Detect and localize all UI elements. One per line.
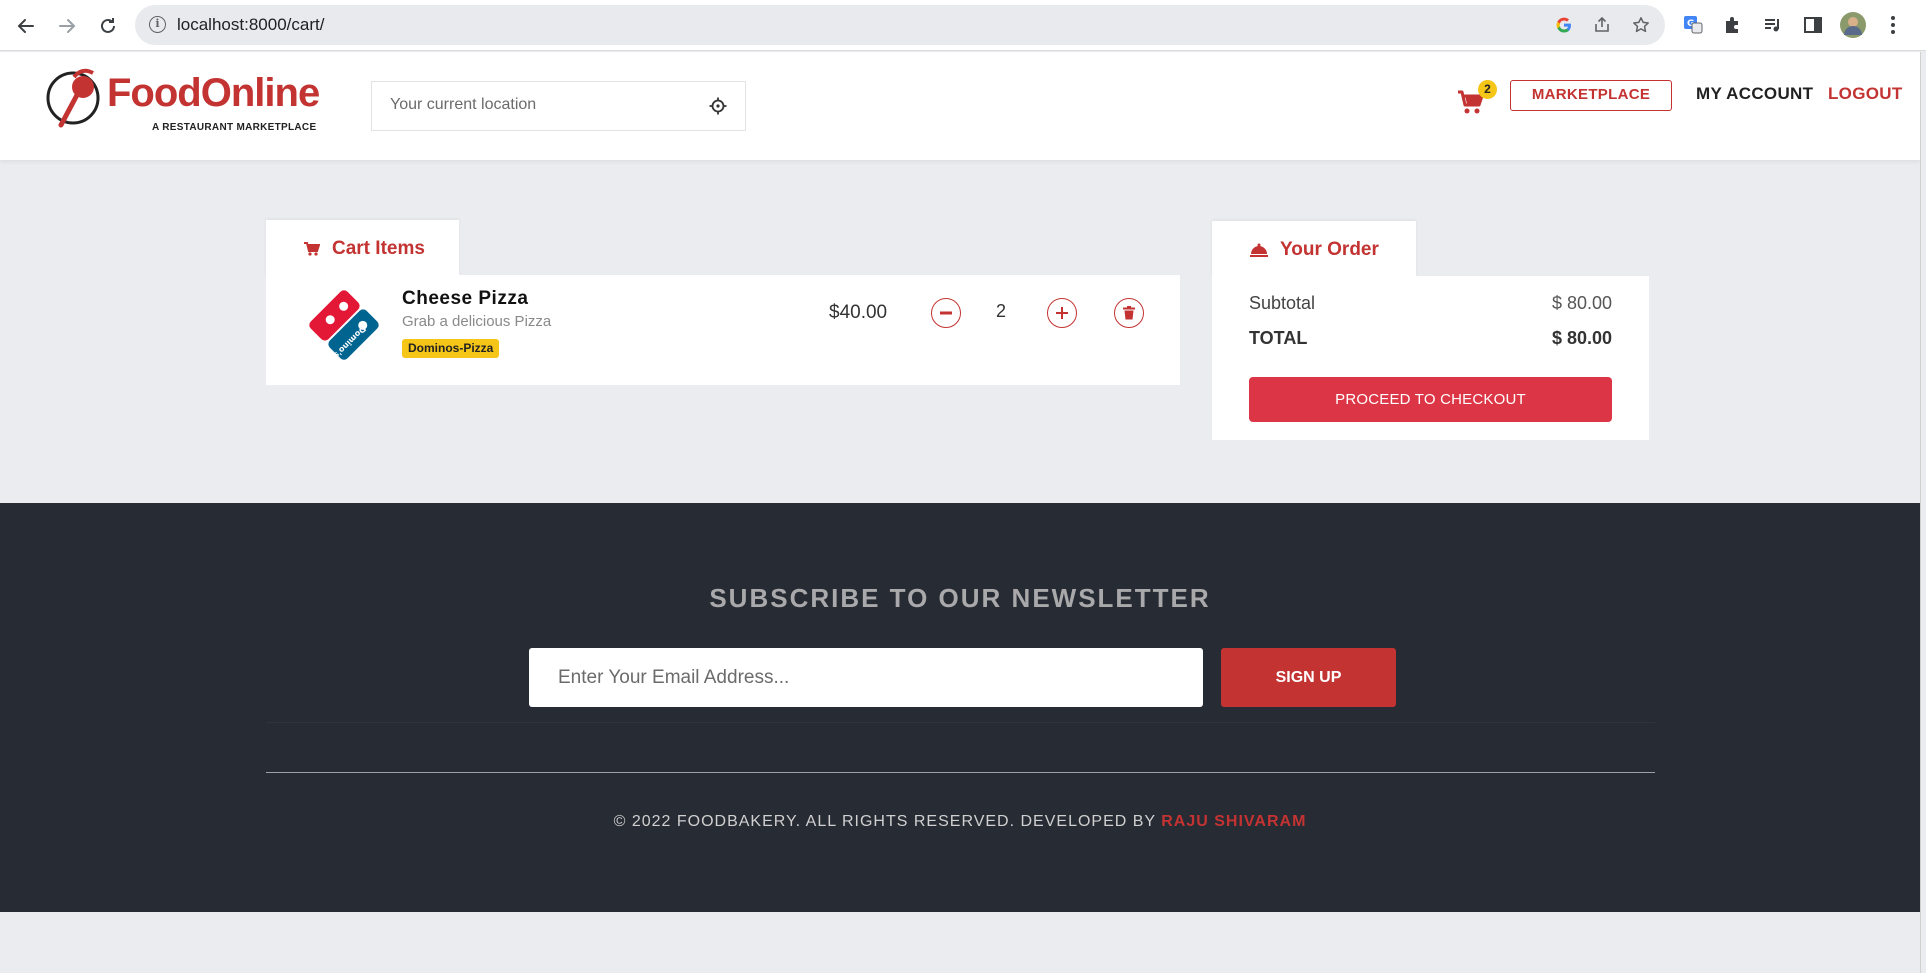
page-bottom bbox=[0, 912, 1920, 973]
forward-arrow-icon[interactable] bbox=[53, 12, 81, 40]
logo-text: FoodOnline bbox=[107, 71, 320, 115]
logout-link[interactable]: LOGOUT bbox=[1828, 84, 1903, 104]
google-icon[interactable] bbox=[1553, 14, 1575, 36]
item-description: Grab a delicious Pizza bbox=[402, 313, 552, 330]
total-row: TOTAL $ 80.00 bbox=[1249, 328, 1612, 349]
media-icon[interactable] bbox=[1760, 12, 1786, 38]
profile-avatar[interactable] bbox=[1840, 12, 1866, 38]
share-icon[interactable] bbox=[1591, 14, 1613, 36]
puzzle-icon[interactable] bbox=[1720, 12, 1746, 38]
item-name[interactable]: Cheese Pizza bbox=[402, 288, 528, 310]
decrease-quantity-button[interactable] bbox=[931, 298, 961, 328]
footer-divider-faint bbox=[266, 722, 1655, 723]
sidepanel-icon[interactable] bbox=[1800, 12, 1826, 38]
total-label: TOTAL bbox=[1249, 328, 1308, 348]
item-quantity: 2 bbox=[996, 301, 1007, 321]
proceed-to-checkout-button[interactable]: PROCEED TO CHECKOUT bbox=[1249, 377, 1612, 422]
browser-toolbar: i localhost:8000/cart/ G bbox=[0, 0, 1926, 51]
footer-divider bbox=[266, 772, 1655, 773]
order-summary-panel: Subtotal $ 80.00 TOTAL $ 80.00 PROCEED T… bbox=[1212, 276, 1649, 440]
copyright-label: © 2022 FOODBAKERY. ALL RIGHTS RESERVED. … bbox=[613, 813, 1162, 830]
scrollbar-gutter[interactable] bbox=[1920, 52, 1926, 973]
url-path: :8000/cart/ bbox=[244, 15, 325, 34]
url-text[interactable]: localhost:8000/cart/ bbox=[177, 15, 324, 35]
site-footer: SUBSCRIBE TO OUR NEWSLETTER SIGN UP © 20… bbox=[0, 503, 1920, 912]
crosshair-icon[interactable] bbox=[709, 97, 727, 115]
food-bell-icon bbox=[1250, 243, 1268, 257]
increase-quantity-button[interactable] bbox=[1047, 298, 1077, 328]
minus-circle-icon bbox=[940, 311, 952, 315]
subtotal-row: Subtotal $ 80.00 bbox=[1249, 293, 1612, 314]
subtotal-label: Subtotal bbox=[1249, 293, 1316, 313]
cart-items-tab-label: Cart Items bbox=[304, 238, 425, 260]
vendor-badge: Dominos-Pizza bbox=[402, 339, 500, 358]
subtotal-value: $ 80.00 bbox=[1551, 293, 1612, 313]
dominos-logo: Domino's bbox=[309, 290, 379, 360]
header-cart-link[interactable]: 2 bbox=[1457, 80, 1497, 116]
cart-count-badge: 2 bbox=[1478, 80, 1497, 99]
location-input[interactable] bbox=[390, 96, 690, 114]
back-arrow-icon[interactable] bbox=[12, 12, 40, 40]
site-header: FoodOnline A RESTAURANT MARKETPLACE 2 MA… bbox=[0, 52, 1920, 160]
cart-icon bbox=[304, 242, 320, 256]
menu-dots-icon[interactable] bbox=[1880, 12, 1906, 38]
url-host: localhost bbox=[177, 15, 245, 34]
translate-icon[interactable]: G bbox=[1680, 12, 1706, 38]
location-search bbox=[371, 81, 746, 131]
total-value: $ 80.00 bbox=[1551, 328, 1612, 348]
item-price: $40.00 bbox=[829, 302, 888, 323]
newsletter-title: SUBSCRIBE TO OUR NEWSLETTER bbox=[709, 583, 1211, 613]
site-logo[interactable]: FoodOnline A RESTAURANT MARKETPLACE bbox=[45, 67, 320, 133]
cart-items-panel: Domino's Cheese Pizza Grab a delicious P… bbox=[266, 275, 1180, 385]
plus-circle-icon bbox=[1056, 307, 1068, 319]
address-bar[interactable]: i localhost:8000/cart/ bbox=[135, 5, 1665, 45]
copyright-text: © 2022 FOODBAKERY. ALL RIGHTS RESERVED. … bbox=[0, 813, 1920, 831]
tab-cart-items[interactable]: Cart Items bbox=[266, 220, 459, 276]
marketplace-button[interactable]: MARKETPLACE bbox=[1510, 80, 1672, 111]
cart-items-title: Cart Items bbox=[332, 238, 425, 259]
star-icon[interactable] bbox=[1630, 14, 1652, 36]
newsletter-email-input[interactable] bbox=[529, 648, 1203, 707]
sign-up-button[interactable]: SIGN UP bbox=[1221, 648, 1396, 707]
logo-mark-icon bbox=[46, 68, 100, 128]
trash-icon bbox=[1123, 306, 1135, 320]
tab-your-order[interactable]: Your Order bbox=[1212, 221, 1416, 277]
logo-tagline: A RESTAURANT MARKETPLACE bbox=[152, 122, 317, 133]
info-icon[interactable]: i bbox=[149, 16, 166, 33]
developer-link[interactable]: RAJU SHIVARAM bbox=[1161, 813, 1306, 830]
delete-item-button[interactable] bbox=[1114, 298, 1144, 328]
your-order-tab-label: Your Order bbox=[1250, 239, 1379, 261]
reload-icon[interactable] bbox=[94, 12, 122, 40]
my-account-link[interactable]: MY ACCOUNT bbox=[1696, 84, 1813, 104]
your-order-title: Your Order bbox=[1280, 239, 1379, 260]
